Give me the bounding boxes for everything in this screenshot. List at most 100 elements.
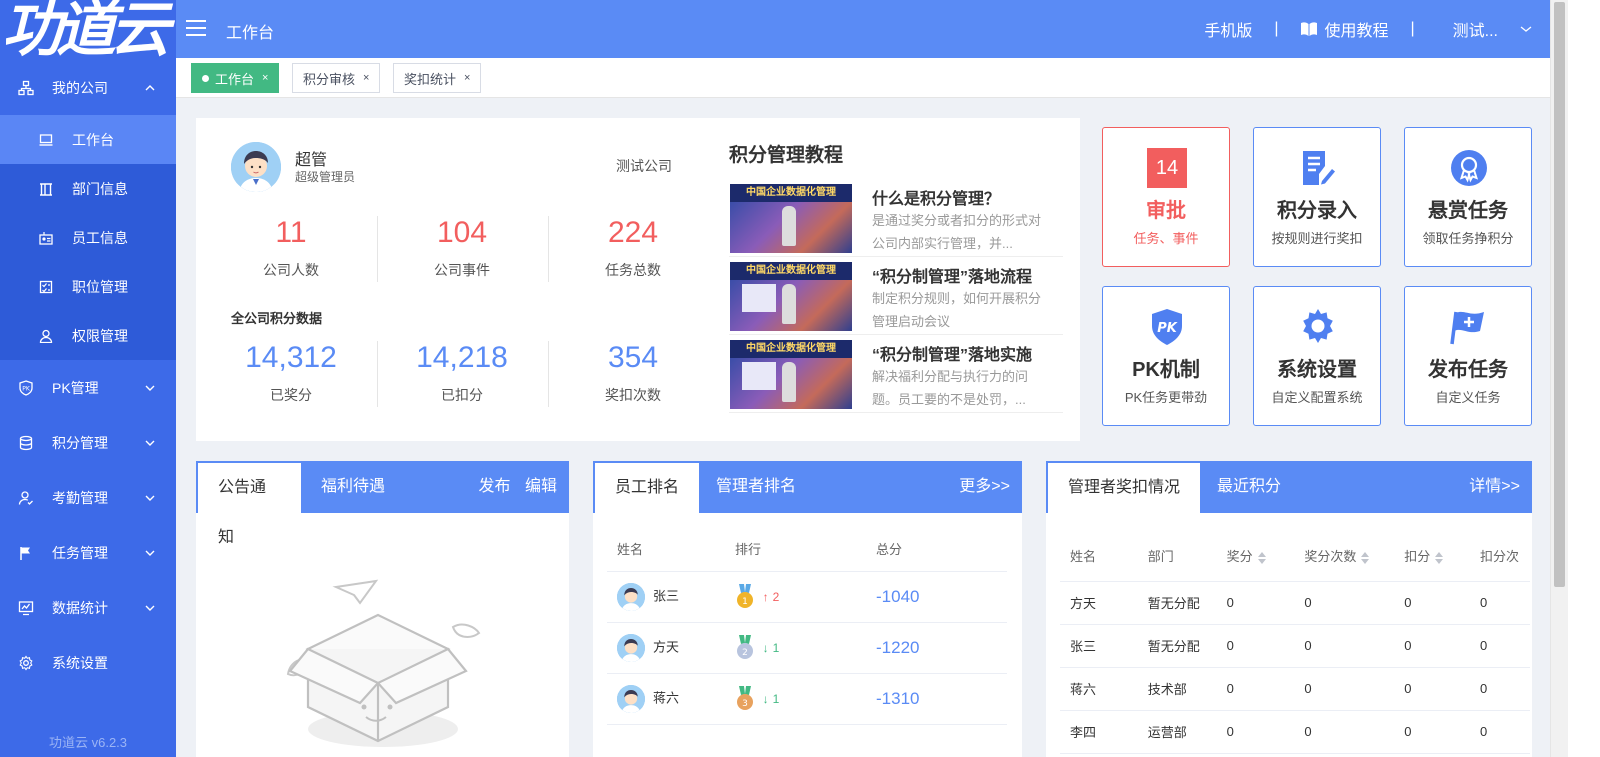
sidebar-group-my-company[interactable]: 我的公司	[0, 60, 176, 115]
column-header-deduct-count[interactable]: 扣分次	[1470, 531, 1530, 582]
video-thumbnail[interactable]: 中国企业数据化管理	[730, 184, 852, 253]
table-row[interactable]: 蒋六 技术部 0 0 0 0	[1060, 667, 1530, 711]
rank-change: 1	[772, 691, 780, 706]
cell-reward-count: 0	[1294, 581, 1395, 625]
stat-employee-count[interactable]: 11 公司人数	[206, 216, 376, 280]
column-header-reward-count[interactable]: 奖分次数	[1294, 531, 1395, 582]
sort-icon[interactable]	[1361, 551, 1370, 564]
tile-system-settings[interactable]: 系统设置 自定义配置系统	[1253, 286, 1381, 426]
stat-company-events[interactable]: 104 公司事件	[377, 216, 547, 280]
column-header-name[interactable]: 姓名	[607, 527, 725, 572]
table-row[interactable]: 张三 暂无分配 0 0 0 0	[1060, 624, 1530, 668]
cell-reward: 0	[1216, 581, 1295, 625]
table-row[interactable]: 蒋六 3 ↓ 1 -1310	[607, 673, 1007, 725]
tile-bounty-task[interactable]: 悬赏任务 领取任务挣积分	[1404, 127, 1532, 267]
sidebar-group-statistics[interactable]: 数据统计	[0, 580, 176, 635]
submenu-my-company: 工作台 部门信息 员工信息 职位管理 权限管理	[0, 115, 176, 360]
sidebar-item-employees[interactable]: 员工信息	[0, 213, 176, 262]
details-link[interactable]: 详情>>	[1469, 461, 1520, 513]
avatar[interactable]	[231, 142, 281, 192]
tile-points-entry[interactable]: 积分录入 按规则进行奖扣	[1253, 127, 1381, 267]
column-header-total[interactable]: 总分	[866, 527, 1007, 572]
page-scrollbar[interactable]	[1550, 0, 1568, 757]
tab-manager-ranking[interactable]: 管理者排名	[696, 461, 816, 513]
video-thumbnail[interactable]: 中国企业数据化管理	[730, 340, 852, 409]
table-row[interactable]: 方天 暂无分配 0 0 0 0	[1060, 581, 1530, 625]
person-check-icon	[18, 490, 34, 506]
sidebar-group-points[interactable]: 积分管理	[0, 415, 176, 470]
stat-reward-count[interactable]: 354 奖扣次数	[548, 341, 718, 405]
sidebar-item-permissions[interactable]: 权限管理	[0, 311, 176, 360]
stat-label: 任务总数	[605, 262, 661, 278]
column-header-deduct[interactable]: 扣分	[1394, 531, 1471, 582]
video-thumbnail[interactable]: 中国企业数据化管理	[730, 262, 852, 331]
sidebar-group-settings[interactable]: 系统设置	[0, 635, 176, 690]
stat-deducted-points[interactable]: 14,218 已扣分	[377, 341, 547, 405]
column-header-rank[interactable]: 排行	[725, 527, 866, 572]
tab-employee-ranking[interactable]: 员工排名	[595, 463, 700, 513]
tab-reward-stats[interactable]: 奖扣统计 ×	[393, 63, 482, 93]
cell-deduct-count: 0	[1470, 581, 1530, 625]
publish-link[interactable]: 发布	[479, 478, 511, 495]
checklist-icon	[38, 279, 54, 295]
rank-change: 1	[772, 640, 780, 655]
tutorial-item[interactable]: 中国企业数据化管理 什么是积分管理？ 是通过奖分或者扣分的形式对公司内部实行管理…	[729, 181, 1063, 257]
column-header-reward[interactable]: 奖分	[1216, 531, 1295, 582]
sidebar-item-workbench[interactable]: 工作台	[0, 115, 176, 164]
edit-link[interactable]: 编辑	[525, 478, 557, 495]
tutorial-item[interactable]: 中国企业数据化管理 “积分制管理”落地实施 解决福利分配与执行力的问题。员工要的…	[729, 337, 1063, 413]
sort-icon[interactable]	[1435, 551, 1444, 564]
tile-publish-task[interactable]: 发布任务 自定义任务	[1404, 286, 1532, 426]
tutorial-section-title: 积分管理教程	[729, 145, 844, 166]
close-icon[interactable]: ×	[262, 72, 268, 84]
close-icon[interactable]: ×	[363, 72, 369, 84]
tutorial-link[interactable]: 使用教程	[1300, 17, 1389, 41]
tile-pk[interactable]: PK PK机制 PK任务更带劲	[1102, 286, 1230, 426]
svg-text:2: 2	[742, 648, 748, 658]
table-row[interactable]: 张三 1 ↑ 2 -1040	[607, 571, 1007, 623]
manager-table-wrapper: 姓名 部门 奖分 奖分次数 扣分 扣分次 方天 暂无分配 0 0 0 0 张三 …	[1060, 531, 1530, 754]
table-row[interactable]: 方天 2 ↓ 1 -1220	[607, 622, 1007, 674]
sort-icon[interactable]	[1257, 551, 1266, 564]
mobile-version-link[interactable]: 手机版	[1204, 17, 1252, 41]
empty-box-icon	[286, 579, 481, 747]
more-link[interactable]: 更多>>	[959, 461, 1010, 513]
tab-workbench[interactable]: 工作台 ×	[191, 63, 280, 93]
table-row[interactable]: 李四 运营部 0 0 0 0	[1060, 710, 1530, 754]
cell-reward-count: 0	[1294, 624, 1395, 668]
column-header-name[interactable]: 姓名	[1060, 531, 1138, 582]
brand-logo: 功道云	[2, 0, 170, 60]
tab-announcements[interactable]: 公告通知	[198, 463, 301, 546]
employee-name: 蒋六	[653, 689, 680, 705]
scrollbar-thumb[interactable]	[1554, 2, 1565, 587]
column-header-department[interactable]: 部门	[1137, 531, 1217, 582]
cell-department: 技术部	[1137, 667, 1217, 711]
sidebar-group-attendance[interactable]: 考勤管理	[0, 470, 176, 525]
stat-task-total[interactable]: 224 任务总数	[548, 216, 718, 280]
sidebar-item-departments[interactable]: 部门信息	[0, 164, 176, 213]
employee-name: 方天	[653, 638, 680, 654]
building-icon	[38, 181, 54, 197]
tile-approval[interactable]: 14 审批 任务、事件	[1102, 127, 1230, 267]
close-icon[interactable]: ×	[464, 72, 470, 84]
tab-benefits[interactable]: 福利待遇	[301, 461, 405, 513]
sidebar-group-pk[interactable]: PK PK管理	[0, 360, 176, 415]
sidebar-item-positions[interactable]: 职位管理	[0, 262, 176, 311]
cell-reward-count: 0	[1294, 710, 1395, 754]
tile-subtitle: 自定义配置系统	[1271, 390, 1363, 405]
user-display-name: 超管	[295, 152, 328, 169]
tab-recent-points[interactable]: 最近积分	[1197, 461, 1301, 513]
hamburger-menu-icon[interactable]	[186, 19, 206, 37]
cell-total-score: -1040	[866, 571, 1007, 623]
stat-label: 已奖分	[270, 387, 312, 403]
book-icon	[1301, 22, 1318, 36]
cell-deduct-count: 0	[1470, 624, 1530, 668]
tutorial-item[interactable]: 中国企业数据化管理 “积分制管理”落地流程 制定积分规则，如何开展积分管理启动会…	[729, 259, 1063, 335]
user-menu[interactable]: 测试...	[1453, 17, 1532, 41]
stat-rewarded-points[interactable]: 14,312 已奖分	[206, 341, 376, 405]
tags-view-bar: 工作台 × 积分审核 × 奖扣统计 ×	[176, 58, 1550, 98]
sidebar-group-tasks[interactable]: 任务管理	[0, 525, 176, 580]
tab-manager-rewards[interactable]: 管理者奖扣情况	[1048, 463, 1201, 513]
svg-text:3: 3	[742, 699, 748, 709]
tab-points-review[interactable]: 积分审核 ×	[292, 63, 381, 93]
